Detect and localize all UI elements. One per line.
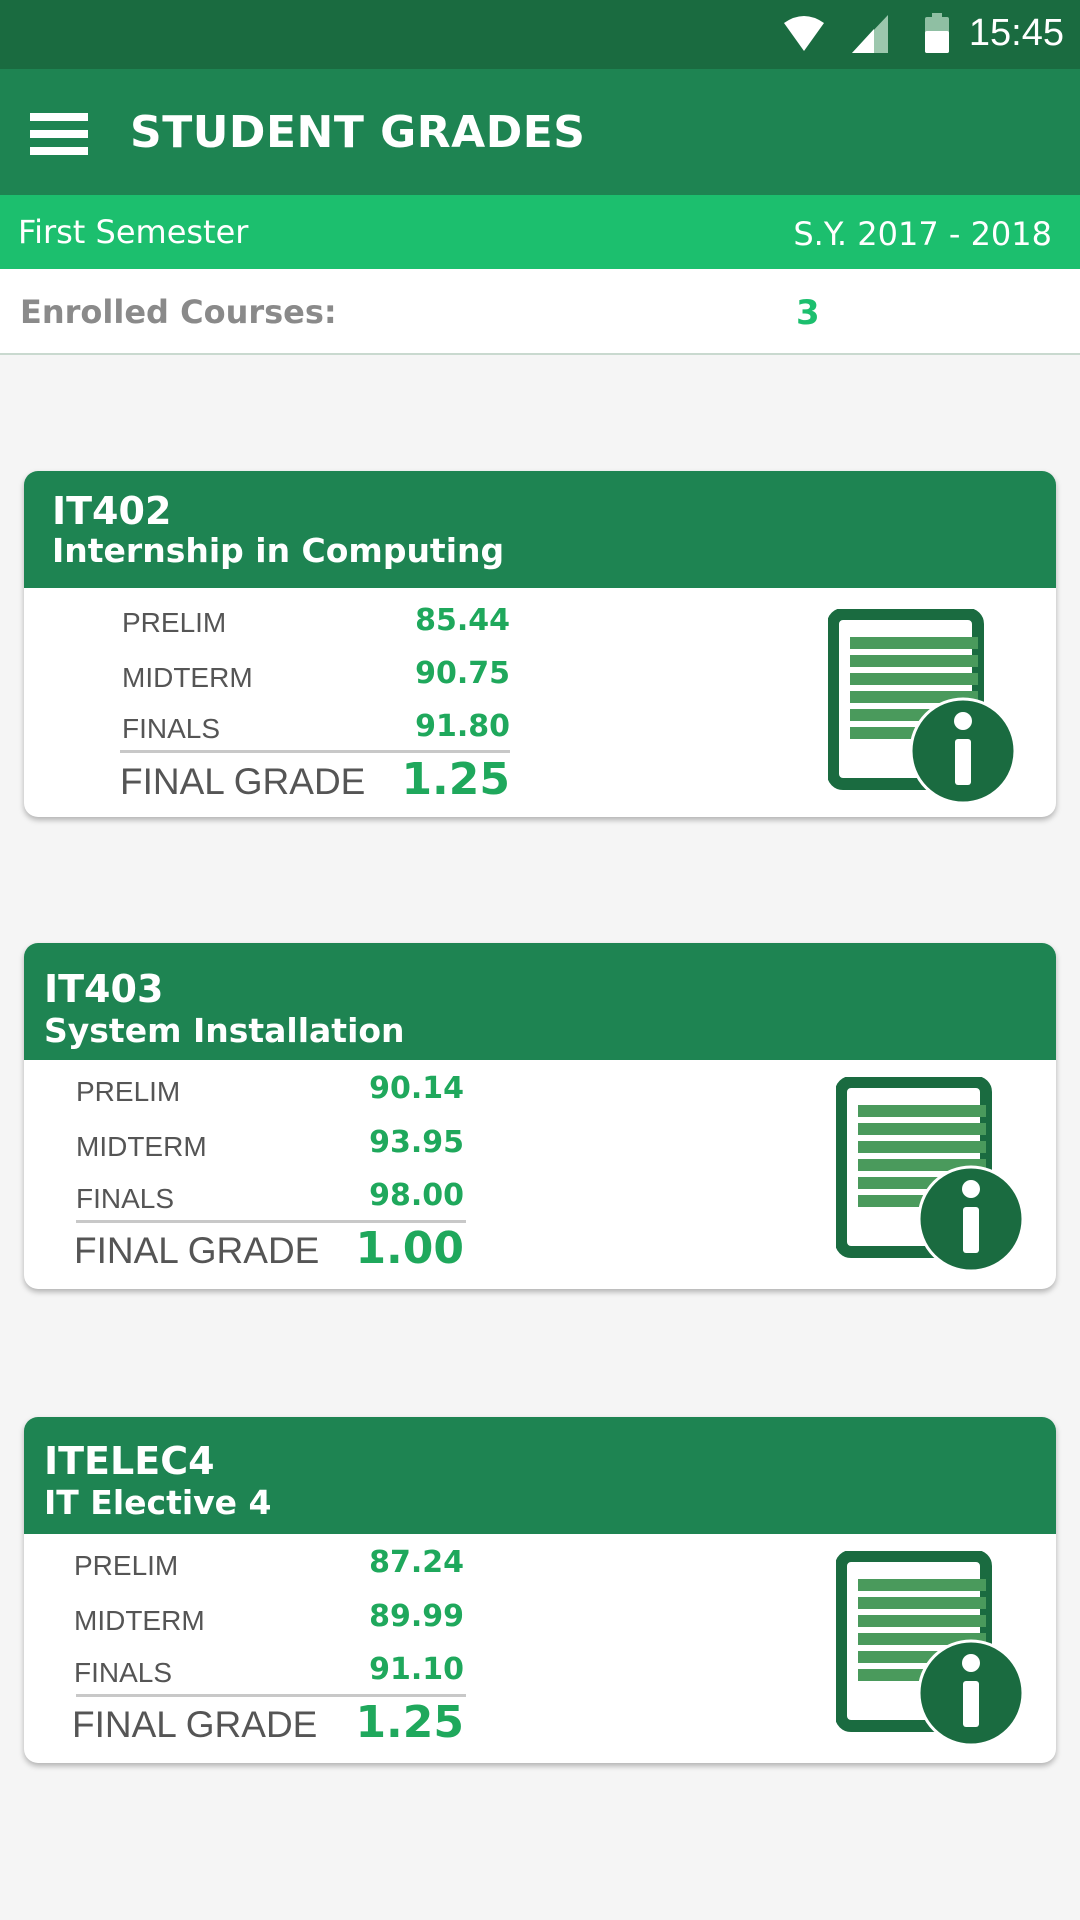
status-bar: 15:45: [0, 0, 1080, 69]
finals-value: 98.00: [369, 1178, 464, 1213]
course-card[interactable]: IT403 System Installation PRELIM 90.14 M…: [24, 943, 1056, 1289]
prelim-label: PRELIM: [76, 1076, 181, 1107]
finals-label: FINALS: [76, 1183, 175, 1214]
enrolled-courses-count: 3: [796, 293, 820, 333]
midterm-label: MIDTERM: [122, 662, 253, 693]
final-grade-value: 1.25: [401, 754, 510, 805]
semester-label: First Semester: [18, 213, 249, 251]
course-card[interactable]: ITELEC4 IT Elective 4 PRELIM 87.24 MIDTE…: [24, 1417, 1056, 1763]
prelim-label: PRELIM: [122, 607, 227, 638]
grade-details-info-icon[interactable]: [836, 1551, 1026, 1751]
prelim-value: 85.44: [415, 603, 510, 638]
school-year-label: S.Y. 2017 - 2018: [793, 215, 1052, 253]
grade-details-info-icon[interactable]: [828, 609, 1018, 809]
course-code: IT402: [52, 489, 172, 533]
course-card-header: IT403 System Installation: [24, 943, 1056, 1060]
final-grade-label: FINAL GRADE: [74, 1230, 320, 1271]
prelim-value: 87.24: [369, 1545, 464, 1580]
prelim-value: 90.14: [369, 1071, 464, 1106]
finals-value: 91.80: [415, 709, 510, 744]
course-name: Internship in Computing: [52, 531, 505, 570]
final-grade-value: 1.25: [355, 1697, 464, 1748]
final-grade-label: FINAL GRADE: [72, 1704, 318, 1745]
semester-bar: First Semester S.Y. 2017 - 2018: [0, 195, 1080, 269]
midterm-value: 89.99: [369, 1599, 464, 1634]
course-card-header: ITELEC4 IT Elective 4: [24, 1417, 1056, 1534]
app-title: STUDENT GRADES: [130, 107, 586, 158]
midterm-value: 90.75: [415, 656, 510, 691]
prelim-label: PRELIM: [74, 1550, 179, 1581]
wifi-icon: [784, 16, 824, 51]
course-card[interactable]: IT402 Internship in Computing PRELIM 85.…: [24, 471, 1056, 817]
midterm-label: MIDTERM: [74, 1605, 205, 1636]
midterm-value: 93.95: [369, 1125, 464, 1160]
final-grade-value: 1.00: [355, 1223, 464, 1274]
grade-divider: [120, 750, 510, 753]
enrolled-courses-label: Enrolled Courses:: [20, 293, 337, 331]
course-name: IT Elective 4: [44, 1483, 272, 1522]
course-code: IT403: [44, 967, 164, 1011]
course-code: ITELEC4: [44, 1439, 215, 1483]
grade-details-info-icon[interactable]: [836, 1077, 1026, 1277]
finals-label: FINALS: [122, 713, 221, 744]
final-grade-label: FINAL GRADE: [120, 761, 366, 802]
course-name: System Installation: [44, 1011, 405, 1050]
enrolled-courses-row: Enrolled Courses: 3: [0, 269, 1080, 355]
finals-value: 91.10: [369, 1652, 464, 1687]
cell-signal-icon: [852, 15, 888, 53]
midterm-label: MIDTERM: [76, 1131, 207, 1162]
finals-label: FINALS: [74, 1657, 173, 1688]
course-card-header: IT402 Internship in Computing: [24, 471, 1056, 588]
app-bar: STUDENT GRADES: [0, 69, 1080, 195]
battery-icon: [925, 13, 949, 53]
status-time: 15:45: [968, 12, 1064, 54]
hamburger-menu-icon[interactable]: [30, 113, 88, 155]
